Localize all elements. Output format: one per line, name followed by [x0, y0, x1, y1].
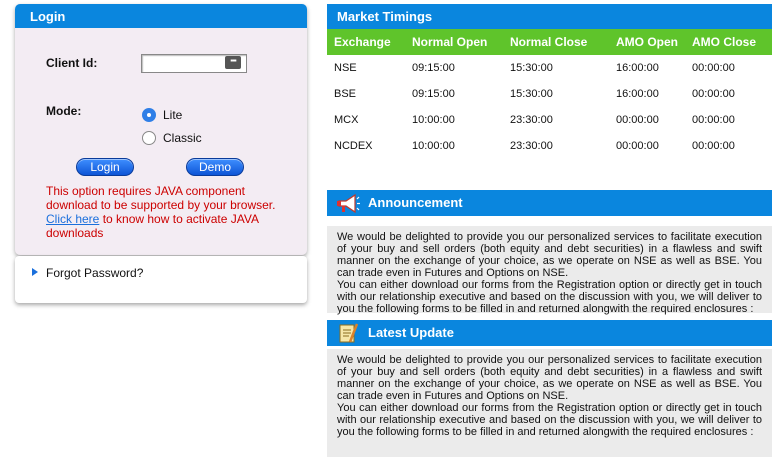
forgot-password-link[interactable]: Forgot Password?: [46, 266, 143, 280]
mode-option-label: Lite: [163, 108, 183, 122]
market-timings-panel: Market Timings Exchange Normal Open Norm…: [327, 4, 772, 159]
table-cell: 23:30:00: [510, 140, 553, 152]
java-help-link[interactable]: Click here: [46, 212, 99, 226]
table-row: MCX 10:00:00 23:30:00 00:00:00 00:00:00: [327, 107, 772, 133]
table-cell: 23:30:00: [510, 114, 553, 126]
announcement-paragraph: We would be delighted to provide you our…: [337, 231, 762, 279]
mode-option-lite[interactable]: Lite: [142, 108, 182, 122]
radio-classic[interactable]: [142, 131, 156, 145]
table-cell: 00:00:00: [692, 88, 735, 100]
megaphone-icon: [337, 193, 360, 214]
latest-update-paragraph: You can either download our forms from t…: [337, 402, 762, 438]
table-cell: 00:00:00: [616, 140, 659, 152]
virtual-keyboard-icon[interactable]: ▪▪▪: [225, 56, 241, 69]
latest-update-paragraph: We would be delighted to provide you our…: [337, 354, 762, 402]
table-cell: 15:30:00: [510, 62, 553, 74]
client-id-label: Client Id:: [46, 56, 98, 70]
table-row: NSE 09:15:00 15:30:00 16:00:00 00:00:00: [327, 55, 772, 81]
radio-lite[interactable]: [142, 108, 156, 122]
mode-option-classic[interactable]: Classic: [142, 131, 202, 145]
table-cell: 00:00:00: [692, 140, 735, 152]
table-cell: NSE: [334, 62, 357, 74]
mode-option-label: Classic: [163, 131, 202, 145]
table-header-row: Exchange Normal Open Normal Close AMO Op…: [327, 29, 772, 55]
latest-update-body: We would be delighted to provide you our…: [327, 349, 772, 457]
table-cell: 16:00:00: [616, 62, 659, 74]
table-row: BSE 09:15:00 15:30:00 16:00:00 00:00:00: [327, 81, 772, 107]
column-header: Exchange: [334, 35, 391, 49]
mode-label: Mode:: [46, 104, 82, 118]
market-timings-table: Exchange Normal Open Normal Close AMO Op…: [327, 29, 772, 159]
login-panel: Login Client Id: ▪▪▪ Mode: Lite Classic …: [15, 4, 307, 255]
notepad-icon: [339, 323, 358, 343]
table-cell: 09:15:00: [412, 62, 455, 74]
table-cell: MCX: [334, 114, 359, 126]
table-cell: 00:00:00: [616, 114, 659, 126]
table-cell: BSE: [334, 88, 357, 100]
market-timings-title: Market Timings: [327, 4, 772, 29]
announcement-paragraph: You can either download our forms from t…: [337, 279, 762, 315]
java-warning: This option requires JAVA component down…: [46, 184, 291, 240]
table-cell: 15:30:00: [510, 88, 553, 100]
column-header: Normal Open: [412, 35, 488, 49]
table-cell: 16:00:00: [616, 88, 659, 100]
table-cell: 00:00:00: [692, 114, 735, 126]
announcement-title: Announcement: [368, 195, 463, 210]
column-header: AMO Close: [692, 35, 757, 49]
login-title: Login: [15, 4, 307, 28]
table-cell: 00:00:00: [692, 62, 735, 74]
table-cell: 10:00:00: [412, 140, 455, 152]
column-header: Normal Close: [510, 35, 588, 49]
table-row: NCDEX 10:00:00 23:30:00 00:00:00 00:00:0…: [327, 133, 772, 159]
login-button[interactable]: Login: [76, 158, 134, 176]
forgot-password-panel: Forgot Password?: [15, 256, 307, 303]
column-header: AMO Open: [616, 35, 678, 49]
java-warning-text: This option requires JAVA component down…: [46, 184, 276, 212]
table-cell: 10:00:00: [412, 114, 455, 126]
triangle-right-icon: [32, 268, 38, 276]
table-cell: NCDEX: [334, 140, 373, 152]
table-cell: 09:15:00: [412, 88, 455, 100]
announcement-header: Announcement: [327, 190, 772, 216]
announcement-body: We would be delighted to provide you our…: [327, 226, 772, 315]
demo-button[interactable]: Demo: [186, 158, 244, 176]
latest-update-title: Latest Update: [368, 325, 454, 340]
latest-update-header: Latest Update: [327, 320, 772, 346]
